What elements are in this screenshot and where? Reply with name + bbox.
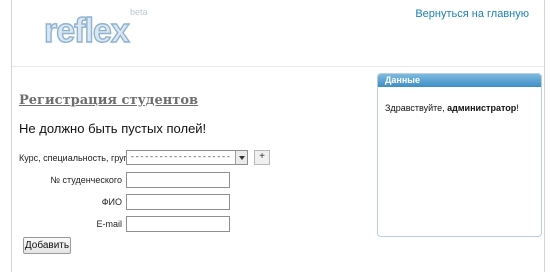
submit-button[interactable]: Добавить xyxy=(23,237,71,254)
course-select[interactable]: ----------------------------------------… xyxy=(126,150,248,165)
header: reflex beta Вернуться на главную xyxy=(12,0,544,66)
page-title: Регистрация студентов xyxy=(19,93,199,108)
logo-graphic: reflex beta xyxy=(43,7,148,50)
name-field[interactable] xyxy=(126,194,230,210)
student-id-field[interactable] xyxy=(126,172,230,188)
chevron-down-icon[interactable] xyxy=(235,151,247,164)
logo-beta-badge: beta xyxy=(130,7,148,17)
greeting-suffix: ! xyxy=(516,103,519,113)
course-select-value: ----------------------------------------… xyxy=(130,153,230,162)
panel-title: Данные xyxy=(378,74,541,87)
logo-text: reflex xyxy=(44,12,130,50)
validation-error: Не должно быть пустых полей! xyxy=(19,121,207,136)
add-course-button[interactable]: + xyxy=(254,150,270,165)
email-field[interactable] xyxy=(126,216,230,232)
data-panel: Данные Здравствуйте, администратор! xyxy=(377,73,542,237)
logo[interactable]: reflex beta xyxy=(42,4,157,50)
greeting-text: Здравствуйте, xyxy=(385,103,445,113)
course-label: Курс, специальность, группа xyxy=(19,153,139,163)
user-name: администратор xyxy=(447,103,517,113)
email-label: E-mail xyxy=(96,219,122,229)
header-divider xyxy=(12,66,544,67)
student-id-label: № студенческого xyxy=(50,175,122,185)
home-link[interactable]: Вернуться на главную xyxy=(415,8,529,20)
panel-body: Здравствуйте, администратор! xyxy=(378,87,541,113)
name-label: ФИО xyxy=(101,197,122,207)
